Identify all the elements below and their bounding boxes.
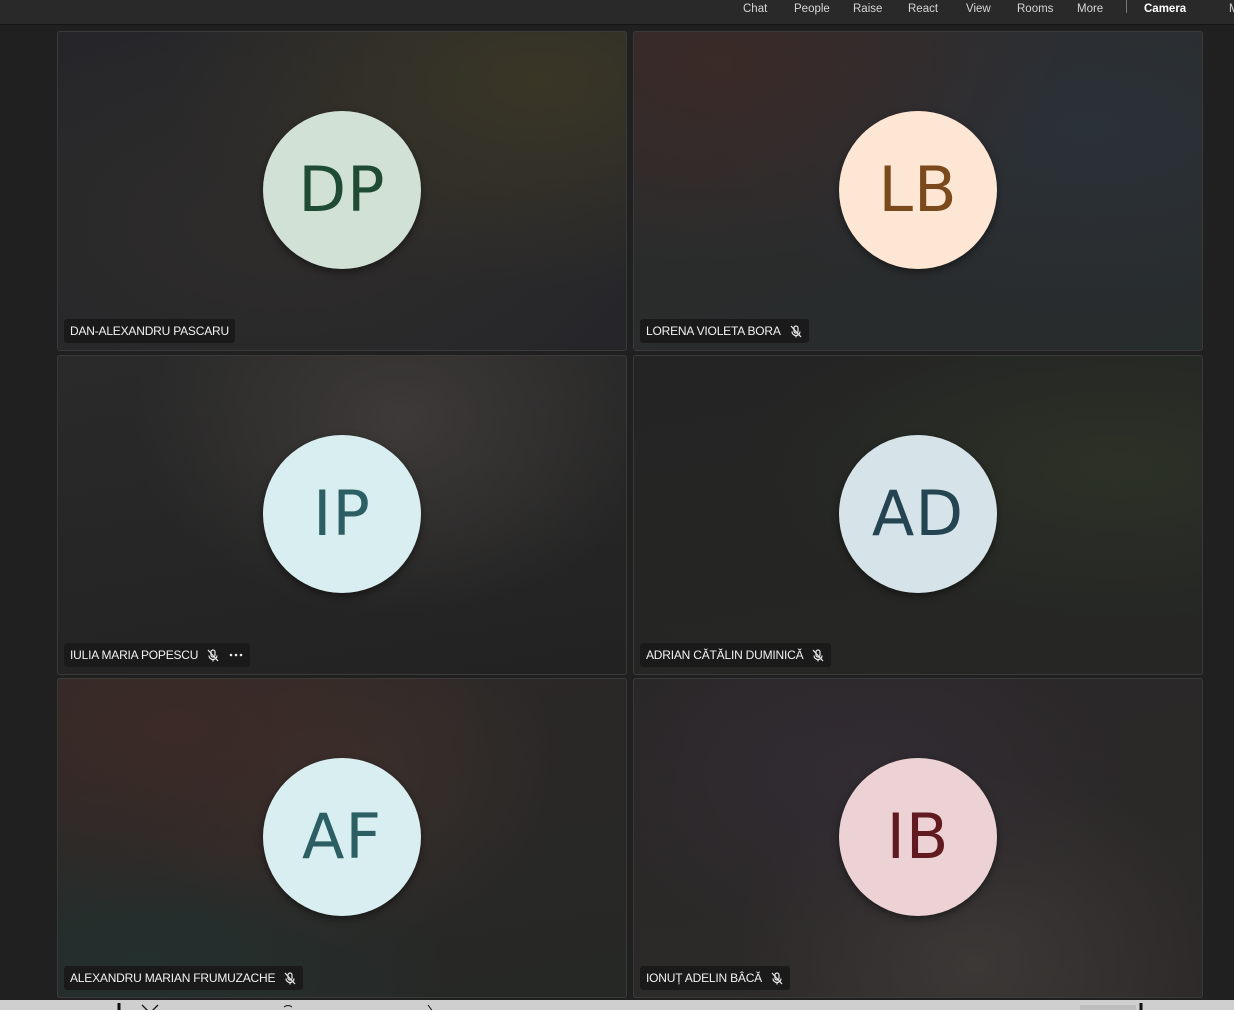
participant-name-tag: IONUȚ ADELIN BÂCĂ [640, 966, 790, 990]
more-button[interactable]: More [1077, 0, 1103, 20]
avatar-initials: LB [878, 153, 958, 226]
participant-tile[interactable]: LB LORENA VIOLETA BORA [633, 31, 1203, 351]
avatar-initials: AD [871, 477, 965, 550]
participant-tile[interactable]: IB IONUȚ ADELIN BÂCĂ [633, 678, 1203, 998]
avatar: DP [263, 111, 421, 269]
participant-tile[interactable]: AF ALEXANDRU MARIAN FRUMUZACHE [57, 678, 627, 998]
participant-tile[interactable]: DP DAN-ALEXANDRU PASCARU [57, 31, 627, 351]
avatar: LB [839, 111, 997, 269]
participant-name-tag: ALEXANDRU MARIAN FRUMUZACHE [64, 966, 304, 990]
participant-name: ADRIAN CĂTĂLIN DUMINICĂ [646, 648, 804, 662]
raise-hand-button[interactable]: Raise [853, 0, 882, 20]
participant-name-tag: ADRIAN CĂTĂLIN DUMINICĂ [640, 643, 832, 667]
people-button[interactable]: People [794, 0, 830, 20]
avatar-initials: DP [298, 153, 386, 226]
mic-off-icon [283, 971, 297, 985]
avatar: IP [263, 435, 421, 593]
avatar: AF [263, 758, 421, 916]
toolbar-divider [1126, 0, 1127, 13]
meeting-toolbar: Chat People Raise React View Rooms More … [0, 0, 1234, 25]
participant-name: ALEXANDRU MARIAN FRUMUZACHE [70, 971, 276, 985]
camera-button[interactable]: Camera [1144, 0, 1186, 20]
participant-name-tag: LORENA VIOLETA BORA [640, 319, 809, 343]
chat-button[interactable]: Chat [743, 0, 767, 20]
rooms-button[interactable]: Rooms [1017, 0, 1053, 20]
avatar-initials: AF [301, 800, 383, 873]
participant-name-tag: DAN-ALEXANDRU PASCARU [64, 319, 235, 343]
participant-name: LORENA VIOLETA BORA [646, 324, 781, 338]
participant-name-tag: IULIA MARIA POPESCU [64, 643, 251, 667]
participant-name: DAN-ALEXANDRU PASCARU [70, 324, 229, 338]
underlying-window-strip [0, 1000, 1234, 1010]
view-button[interactable]: View [966, 0, 991, 20]
participant-name: IULIA MARIA POPESCU [70, 648, 199, 662]
mic-off-icon [811, 648, 825, 662]
mic-off-icon [206, 648, 220, 662]
truncated-toolbar-button[interactable]: M [1229, 0, 1234, 18]
react-button[interactable]: React [908, 0, 938, 20]
participant-tile[interactable]: IP IULIA MARIA POPESCU [57, 355, 627, 675]
participant-tile[interactable]: AD ADRIAN CĂTĂLIN DUMINICĂ [633, 355, 1203, 675]
avatar-initials: IP [313, 477, 371, 550]
participant-name: IONUȚ ADELIN BÂCĂ [646, 971, 762, 985]
avatar: AD [839, 435, 997, 593]
more-horizontal-icon[interactable] [228, 648, 244, 662]
mic-off-icon [789, 324, 803, 338]
avatar-initials: IB [886, 800, 950, 873]
avatar: IB [839, 758, 997, 916]
mic-off-icon [770, 971, 784, 985]
